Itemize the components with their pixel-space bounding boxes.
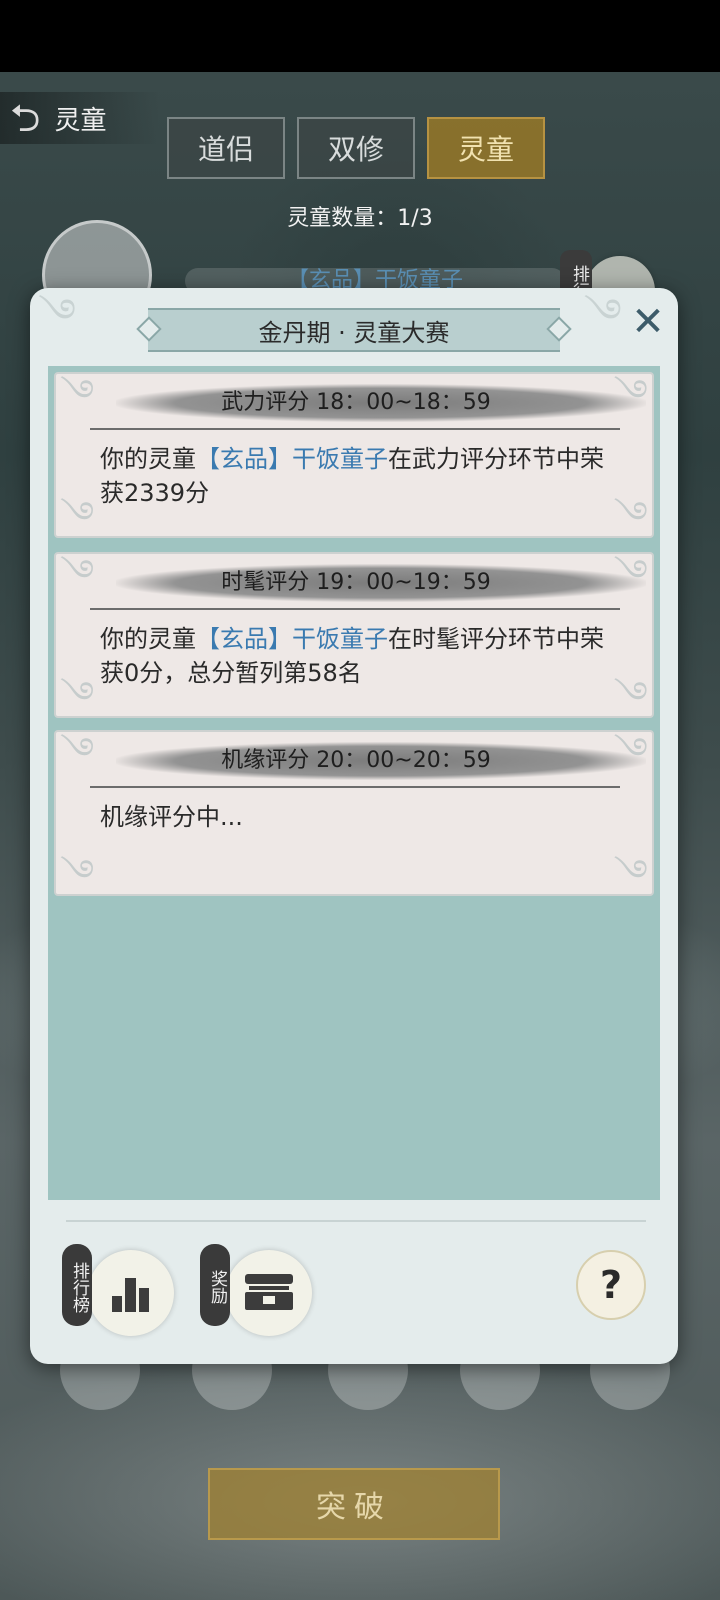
spirit-name-link: 【玄品】干饭童子 [196,445,388,473]
card-title: 武力评分 18：00~18：59 [221,390,491,415]
result-card: ࿓ ࿓ ࿓ ࿓ 时髦评分 19：00~19：59 你的灵童【玄品】干饭童子在时髦… [54,552,654,718]
modal-title-banner: 金丹期 · 灵童大赛 [136,308,572,352]
leaderboard-button[interactable]: 排行榜 [62,1244,182,1344]
reward-button[interactable]: 奖励 [200,1244,320,1344]
spirit-name-link: 【玄品】干饭童子 [196,625,388,653]
result-card: ࿓ ࿓ ࿓ ࿓ 武力评分 18：00~18：59 你的灵童【玄品】干饭童子在武力… [54,372,654,538]
treasure-chest-icon [226,1250,312,1336]
cloud-corner-icon: ࿓ [60,675,95,716]
leaderboard-icon [88,1250,174,1336]
card-body: 你的灵童【玄品】干饭童子在武力评分环节中荣获2339分 [100,445,604,507]
cloud-corner-icon: ࿓ [613,853,648,894]
close-button[interactable]: ✕ [628,299,668,345]
help-button[interactable]: ? [576,1250,646,1320]
contest-modal: ࿓ ࿓ 金丹期 · 灵童大赛 ✕ ࿓ ࿓ ࿓ ࿓ 武力评分 18：00~18：5… [30,288,678,1364]
reward-label: 奖励 [200,1244,230,1326]
cloud-ornament-icon: ࿓ [38,291,77,337]
card-body: 机缘评分中... [100,803,243,831]
cloud-corner-icon: ࿓ [60,495,95,536]
cloud-corner-icon: ࿓ [60,853,95,894]
modal-title: 金丹期 · 灵童大赛 [148,308,560,352]
question-icon: ? [599,1263,623,1307]
cloud-ornament-icon: ࿓ [583,291,622,337]
modal-footer: 排行榜 奖励 ? [30,1218,678,1364]
leaderboard-label: 排行榜 [62,1244,92,1326]
results-list[interactable]: ࿓ ࿓ ࿓ ࿓ 武力评分 18：00~18：59 你的灵童【玄品】干饭童子在武力… [48,366,660,1200]
card-title: 时髦评分 19：00~19：59 [221,570,491,595]
card-body: 你的灵童【玄品】干饭童子在时髦评分环节中荣获0分，总分暂列第58名 [100,625,604,687]
close-x-icon: ✕ [631,299,665,345]
status-bar [0,0,720,72]
result-card: ࿓ ࿓ ࿓ ࿓ 机缘评分 20：00~20：59 机缘评分中... [54,730,654,896]
card-title: 机缘评分 20：00~20：59 [221,748,491,773]
